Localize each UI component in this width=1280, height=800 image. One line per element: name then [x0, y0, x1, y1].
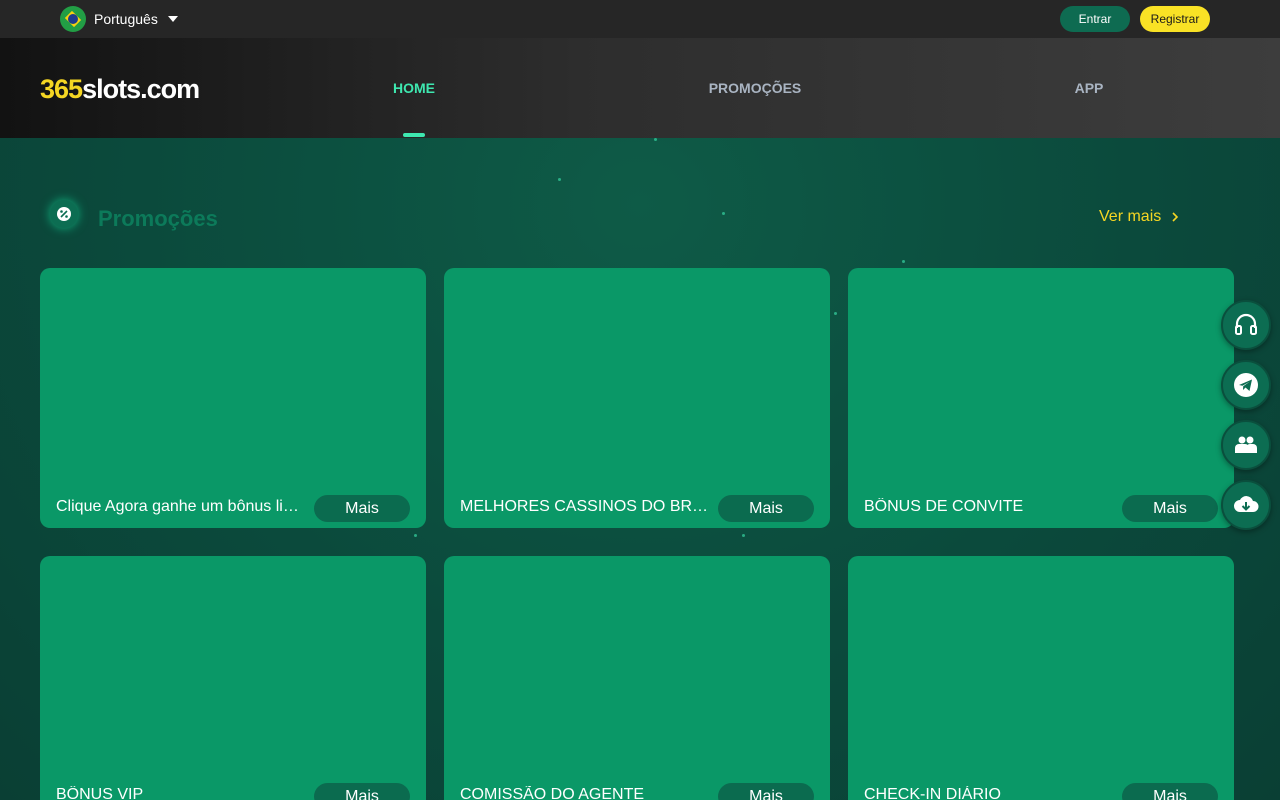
see-more-label: Ver mais: [1099, 208, 1162, 225]
sparkle: [902, 260, 905, 263]
promotion-badge-icon: [50, 200, 78, 228]
logo-number: 365: [40, 74, 83, 104]
promo-card[interactable]: Clique Agora ganhe um bônus limitado Mai…: [40, 268, 426, 528]
download-cloud-icon: [1234, 496, 1259, 512]
promo-card-title: CHECK-IN DIÁRIO: [864, 786, 1001, 800]
register-button[interactable]: Registrar: [1140, 6, 1210, 32]
nav-home[interactable]: HOME: [364, 38, 464, 138]
see-more-link[interactable]: Ver mais: [1099, 208, 1179, 226]
logo-text: slots.com: [82, 74, 200, 104]
chevron-right-icon: [1172, 212, 1179, 222]
support-button[interactable]: [1221, 300, 1271, 350]
promo-card-title: Clique Agora ganhe um bônus limitado: [56, 498, 310, 515]
community-button[interactable]: [1221, 420, 1271, 470]
language-selector[interactable]: Português: [60, 6, 178, 32]
promo-card-title: BÔNUS DE CONVITE: [864, 498, 1024, 515]
telegram-icon: [1234, 373, 1258, 397]
brazil-flag-icon: [60, 6, 86, 32]
nav-promotions[interactable]: PROMOÇÕES: [690, 38, 820, 138]
nav-active-indicator: [403, 133, 425, 137]
more-button[interactable]: Mais: [314, 783, 410, 800]
caret-down-icon: [167, 16, 178, 22]
promo-card-title: MELHORES CASSINOS DO BRASIL: [460, 498, 714, 515]
more-button[interactable]: Mais: [1122, 495, 1218, 522]
headset-icon: [1235, 313, 1257, 335]
site-logo[interactable]: 365slots.com: [40, 74, 200, 105]
top-bar: Português Entrar Registrar: [0, 0, 1280, 38]
login-button[interactable]: Entrar: [1060, 6, 1130, 32]
language-label: Português: [94, 11, 158, 27]
main-header: 365slots.com HOME PROMOÇÕES APP: [0, 38, 1280, 138]
promo-card[interactable]: MELHORES CASSINOS DO BRASIL Mais: [444, 268, 830, 528]
sparkle: [722, 212, 725, 215]
section-title: Promoções: [98, 206, 218, 231]
promo-card[interactable]: COMISSÃO DO AGENTE Mais: [444, 556, 830, 800]
more-button[interactable]: Mais: [718, 783, 814, 800]
more-button[interactable]: Mais: [1122, 783, 1218, 800]
more-button[interactable]: Mais: [314, 495, 410, 522]
promo-card-title: BÔNUS VIP: [56, 786, 144, 800]
nav-app[interactable]: APP: [1049, 38, 1129, 138]
sparkle: [654, 138, 657, 141]
promo-card[interactable]: BÔNUS VIP Mais: [40, 556, 426, 800]
download-app-button[interactable]: [1221, 480, 1271, 530]
sparkle: [742, 534, 745, 537]
promo-card[interactable]: BÔNUS DE CONVITE Mais: [848, 268, 1234, 528]
sparkle: [558, 178, 561, 181]
telegram-button[interactable]: [1221, 360, 1271, 410]
promo-card-title: COMISSÃO DO AGENTE: [460, 786, 645, 800]
sparkle: [414, 534, 417, 537]
sparkle: [834, 312, 837, 315]
promo-card[interactable]: CHECK-IN DIÁRIO Mais: [848, 556, 1234, 800]
more-button[interactable]: Mais: [718, 495, 814, 522]
users-icon: [1235, 436, 1257, 453]
